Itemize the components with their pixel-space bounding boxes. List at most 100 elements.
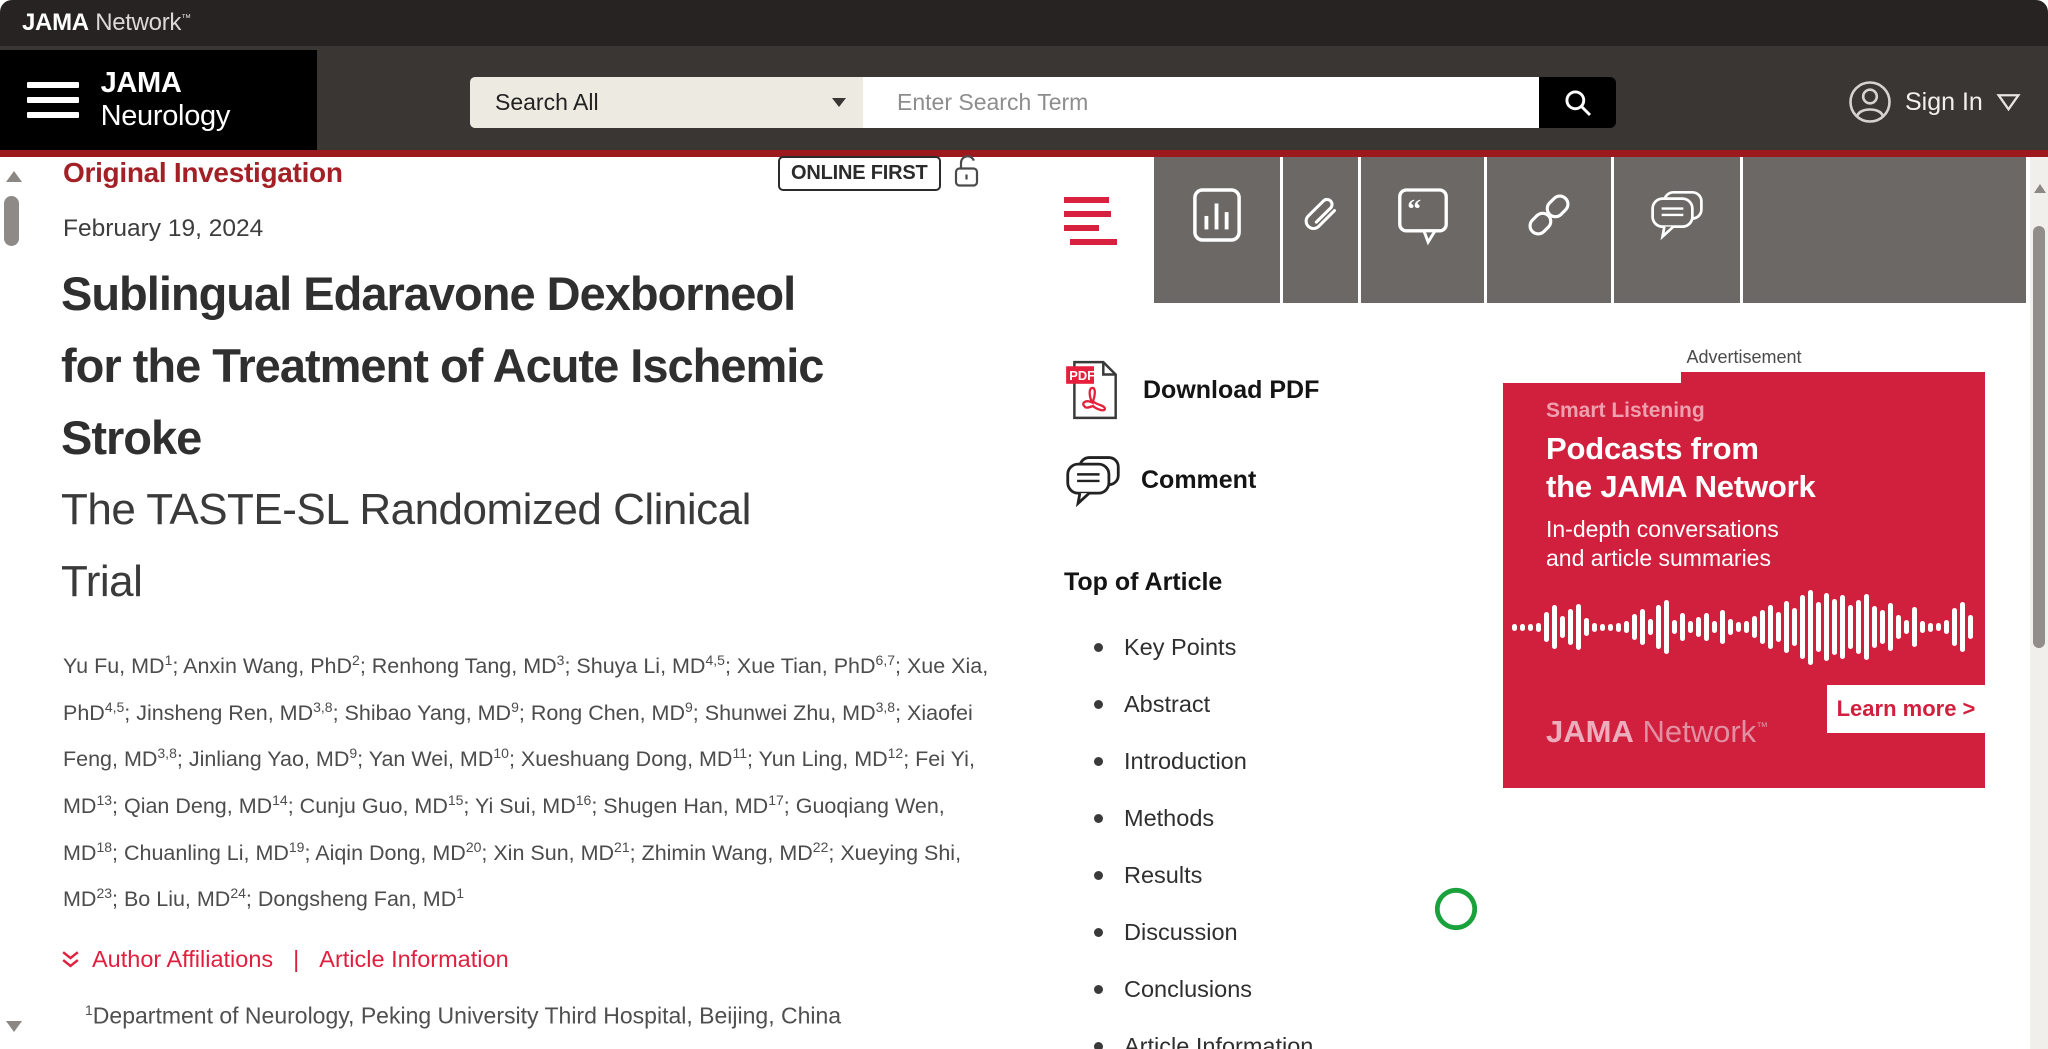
tab-figures[interactable] [1154, 157, 1280, 303]
author-link[interactable]: Jinliang Yao, MD9 [189, 747, 357, 771]
scroll-up-arrow[interactable] [6, 171, 22, 182]
menu-icon[interactable] [27, 73, 79, 127]
article-information-link[interactable]: Article Information [319, 946, 508, 973]
advertisement-banner[interactable]: Smart Listening Podcasts fromthe JAMA Ne… [1503, 372, 1985, 788]
article-title: Sublingual Edaravone Dexborneolfor the T… [61, 258, 1021, 474]
ad-description: In-depth conversationsand article summar… [1546, 515, 1779, 573]
tab-comments[interactable] [1614, 157, 1740, 303]
toc-item[interactable]: Article Information [1094, 1018, 1313, 1049]
related-icon [1522, 186, 1576, 244]
audio-waveform-icon [1512, 582, 1976, 672]
author-link[interactable]: Xue Tian, PhD6,7 [737, 654, 895, 678]
learn-more-button[interactable]: Learn more > [1827, 685, 1985, 733]
toc-item[interactable]: Results [1094, 847, 1313, 904]
search-icon [1562, 87, 1594, 119]
openai-logo-icon [1433, 886, 1479, 932]
ad-title: Podcasts fromthe JAMA Network [1546, 430, 1816, 506]
double-chevron-down-icon [60, 949, 81, 970]
ad-jama-network-logo: JAMA Network™ [1546, 714, 1768, 750]
article-scrollbar-thumb[interactable] [4, 196, 19, 246]
header-divider [0, 150, 2048, 157]
author-link[interactable]: Aiqin Dong, MD20 [315, 841, 481, 865]
tab-contents[interactable] [1038, 157, 1151, 303]
brand-regular: Network [95, 9, 181, 36]
tab-related[interactable] [1487, 157, 1611, 303]
open-lock-icon [952, 152, 982, 192]
ad-notch [1503, 372, 1681, 383]
author-link[interactable]: Rong Chen, MD9 [531, 701, 693, 725]
search-button[interactable] [1539, 77, 1616, 128]
comment-button[interactable]: Comment [1064, 452, 1256, 508]
contents-icon [1062, 194, 1128, 248]
author-link[interactable]: Anxin Wang, PhD2 [183, 654, 360, 678]
topbar: JAMA Network™ [0, 0, 2048, 46]
chevron-down-icon [832, 98, 846, 107]
author-link[interactable]: Yan Wei, MD10 [369, 747, 509, 771]
author-link[interactable]: Shibao Yang, MD9 [345, 701, 519, 725]
search-input[interactable] [863, 77, 1539, 128]
author-link[interactable]: Zhimin Wang, MD22 [642, 841, 829, 865]
sign-in-button[interactable]: Sign In [1848, 76, 2021, 128]
tab-row-filler [1743, 157, 2026, 303]
scroll-down-arrow[interactable] [6, 1021, 22, 1032]
toc-title: Top of Article [1064, 568, 1222, 597]
jama-network-logo[interactable]: JAMA Network™ [22, 9, 191, 37]
journal-home-block[interactable]: JAMA Neurology [0, 50, 317, 150]
link-divider: | [293, 946, 299, 973]
author-link[interactable]: Cunju Guo, MD15 [300, 794, 464, 818]
author-link[interactable]: Xin Sun, MD21 [493, 841, 629, 865]
toc-list: Key PointsAbstractIntroductionMethodsRes… [1094, 619, 1313, 1049]
author-affiliations-link[interactable]: Author Affiliations [92, 946, 273, 973]
toc-item[interactable]: Conclusions [1094, 961, 1313, 1018]
online-first-badge: ONLINE FIRST [778, 156, 941, 191]
article-meta-links: Author Affiliations | Article Informatio… [60, 946, 509, 973]
author-link[interactable]: Yu Fu, MD1 [63, 654, 172, 678]
toc-item[interactable]: Methods [1094, 790, 1313, 847]
search-scope-select[interactable]: Search All [470, 77, 863, 128]
affiliation-footnote: 1Department of Neurology, Peking Univers… [85, 1002, 841, 1030]
toc-item[interactable]: Introduction [1094, 733, 1313, 790]
article-category[interactable]: Original Investigation [63, 157, 343, 189]
author-link[interactable]: Shuya Li, MD4,5 [576, 654, 725, 678]
author-list: Yu Fu, MD1; Anxin Wang, PhD2; Renhong Ta… [63, 640, 991, 920]
toc-item[interactable]: Discussion [1094, 904, 1313, 961]
author-link[interactable]: Shunwei Zhu, MD3,8 [705, 701, 895, 725]
author-link[interactable]: Yi Sui, MD16 [475, 794, 591, 818]
author-link[interactable]: Jinsheng Ren, MD3,8 [136, 701, 332, 725]
download-pdf-button[interactable]: PDF Download PDF [1064, 358, 1319, 422]
author-link[interactable]: Shugen Han, MD17 [603, 794, 784, 818]
author-link[interactable]: Xueshuang Dong, MD11 [521, 747, 747, 771]
journal-title[interactable]: JAMA Neurology [101, 67, 317, 133]
author-link[interactable]: Bo Liu, MD24 [124, 887, 246, 911]
author-link[interactable]: Dongsheng Fan, MD1 [258, 887, 464, 911]
author-link[interactable]: Qian Deng, MD14 [124, 794, 288, 818]
supplemental-icon [1294, 186, 1348, 246]
tab-cite[interactable]: “ [1361, 157, 1484, 303]
svg-text:PDF: PDF [1069, 368, 1095, 383]
comment-icon [1064, 452, 1122, 508]
ad-eyebrow: Smart Listening [1546, 399, 1705, 423]
page-scrollbar-thumb[interactable] [2033, 226, 2045, 648]
figures-icon [1192, 186, 1242, 244]
download-pdf-label: Download PDF [1143, 376, 1319, 405]
brand-tm: ™ [181, 13, 191, 24]
page-scroll-up-arrow[interactable] [2034, 184, 2046, 193]
cite-icon: “ [1397, 186, 1449, 246]
author-link[interactable]: Chuanling Li, MD19 [124, 841, 305, 865]
toc-item[interactable]: Abstract [1094, 676, 1313, 733]
author-link[interactable]: Yun Ling, MD12 [759, 747, 904, 771]
sign-in-label: Sign In [1905, 88, 1983, 117]
pdf-file-icon: PDF [1064, 358, 1124, 422]
toc-item[interactable]: Key Points [1094, 619, 1313, 676]
avatar-icon [1848, 80, 1892, 124]
search-scope-value: Search All [495, 89, 599, 116]
comment-label: Comment [1141, 466, 1256, 495]
tab-supplemental[interactable] [1283, 157, 1358, 303]
publish-date: February 19, 2024 [63, 215, 263, 243]
advertisement-label: Advertisement [1503, 347, 1985, 368]
page: JAMA Network™ JAMA Neurology Search All [0, 0, 2048, 1049]
chevron-down-outline-icon [1996, 92, 2021, 113]
author-link[interactable]: Renhong Tang, MD3 [372, 654, 565, 678]
brand-bold: JAMA [22, 9, 89, 36]
svg-text:“: “ [1407, 194, 1421, 225]
